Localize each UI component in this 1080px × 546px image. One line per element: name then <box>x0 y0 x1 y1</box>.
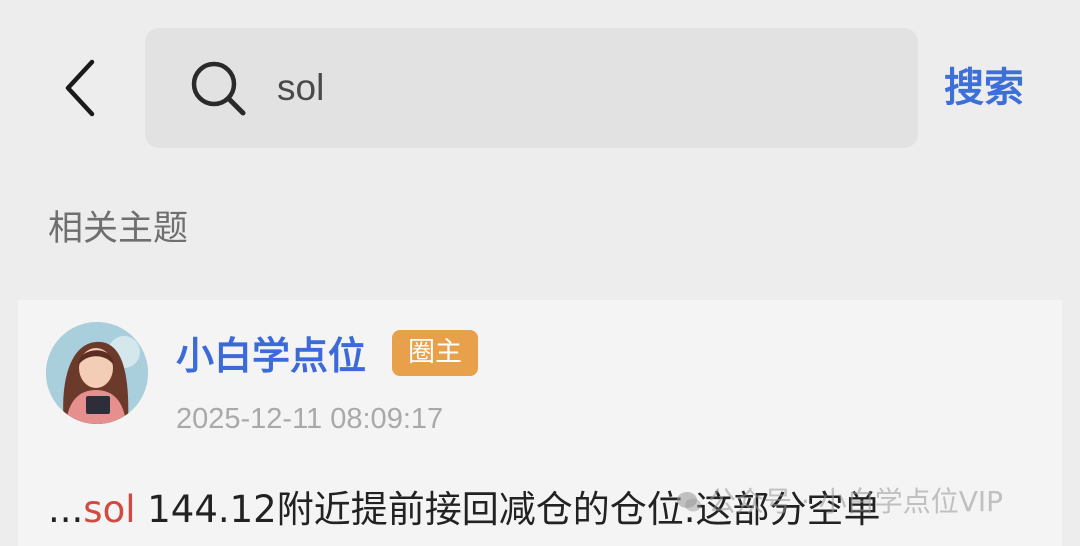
search-button[interactable]: 搜索 <box>944 58 1024 118</box>
excerpt-keyword-highlight: sol <box>83 488 136 531</box>
section-title-related: 相关主题 <box>48 209 189 249</box>
watermark-text: 公众号 · 小白学点位VIP <box>708 485 1003 518</box>
chevron-left-icon <box>65 59 95 117</box>
post-timestamp: 2025-12-11 08:09:17 <box>176 403 444 435</box>
search-icon <box>191 61 246 116</box>
search-box[interactable] <box>145 28 918 148</box>
author-name[interactable]: 小白学点位 <box>176 328 366 384</box>
role-badge: 圈主 <box>392 330 478 376</box>
avatar[interactable] <box>46 322 148 424</box>
excerpt-prefix: ... <box>48 488 84 531</box>
back-button[interactable] <box>52 50 112 126</box>
search-input[interactable] <box>277 60 877 116</box>
wechat-icon <box>677 492 701 512</box>
top-bar: 搜索 <box>0 0 1080 175</box>
avatar-image <box>46 322 148 424</box>
watermark: 公众号 · 小白学点位VIP <box>676 482 1003 522</box>
